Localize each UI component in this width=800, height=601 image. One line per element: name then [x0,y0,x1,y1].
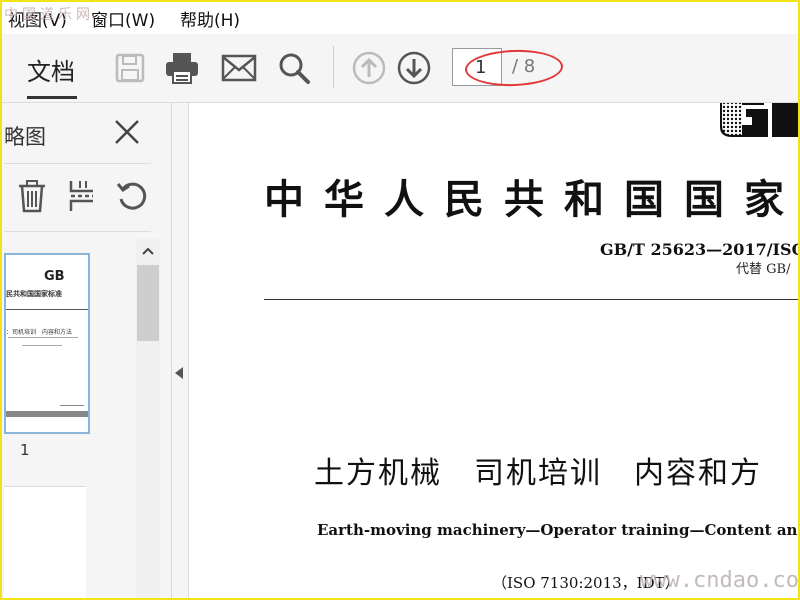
mail-icon[interactable] [221,50,257,86]
menu-help[interactable]: 帮助(H) [180,6,240,31]
thumb-footer-bar [6,411,88,417]
thumb-text-line [22,345,62,346]
panel-collapse-strip[interactable] [172,103,189,600]
thumbnail-panel: 略图 GB 民共和国国家标准 ：司机培训 内容和方法 1 [0,103,172,601]
panel-divider [4,163,151,164]
thumb-text-line [60,405,84,406]
thumb-subtitle: ：司机培训 内容和方法 [6,329,73,336]
thumbnail-scrollbar[interactable] [136,239,160,600]
thumbnail-page-number: 1 [20,441,30,459]
document-view: 中华人民共和国国家 GB/T 25623—2017/ISO 代替 GB/ 土方机… [190,103,800,600]
toolbar: 文档 1 / 8 [0,34,800,103]
tab-active-indicator [27,96,77,99]
trash-icon[interactable] [14,177,50,215]
arrow-down-icon[interactable] [396,50,432,86]
standard-number: GB/T 25623—2017/ISO [600,240,800,259]
thumb-gb-logo: GB [44,269,65,284]
gb-logo [702,103,800,141]
save-icon[interactable] [112,50,148,86]
thumb-rule [6,309,88,310]
print-icon[interactable] [164,50,200,86]
watermark-top: 中国道乐网 [4,7,94,23]
thumb-title: 民共和国国家标准 [6,290,62,298]
scrollbar-thumb[interactable] [137,265,159,341]
menu-window[interactable]: 窗口(W) [91,6,155,31]
rotate-icon[interactable] [114,177,150,215]
menu-bar: 视图(V) 窗口(W) 帮助(H) 中国道乐网 [0,0,800,34]
page-thumbnail-1[interactable]: GB 民共和国国家标准 ：司机培训 内容和方法 [4,253,90,434]
document-title: 中华人民共和国国家 [264,176,800,223]
close-icon[interactable] [112,117,142,147]
toolbar-separator [333,46,334,88]
panel-divider-2 [4,231,151,232]
search-icon[interactable] [276,50,312,86]
panel-title: 略图 [4,125,46,149]
document-rule [264,299,800,300]
document-title-cn: 土方机械 司机培训 内容和方 [314,456,762,491]
document-title-en: Earth-moving machinery—Operator training… [317,521,800,539]
collapse-arrow-icon[interactable] [175,367,183,379]
tab-document[interactable]: 文档 [27,52,75,87]
page-thumbnail-2[interactable] [4,486,86,601]
extract-icon[interactable] [64,177,100,215]
replaces-label: 代替 GB/ [736,262,791,277]
chevron-up-icon[interactable] [136,239,160,263]
thumb-text-line [8,337,78,338]
arrow-up-icon[interactable] [351,50,387,86]
watermark-bottom: www.cndao.com [640,568,800,593]
